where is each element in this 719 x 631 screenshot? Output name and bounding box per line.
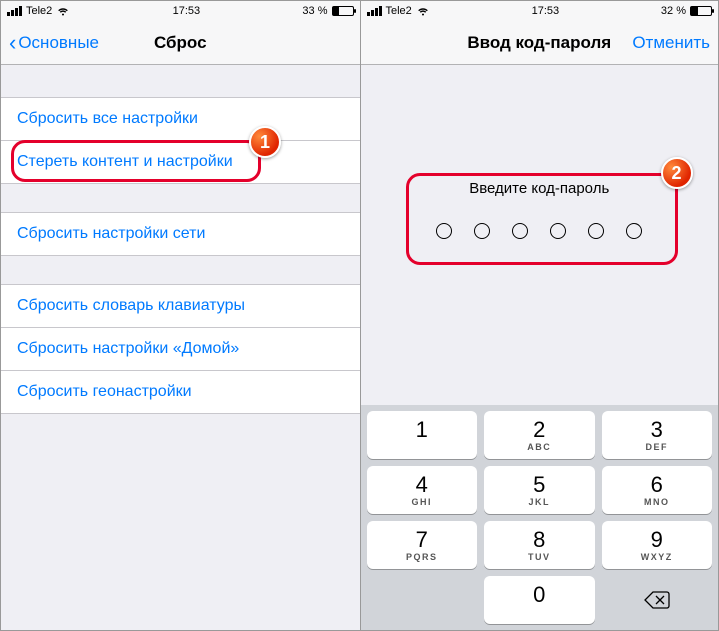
keypad-key-2[interactable]: 2ABC <box>484 411 595 459</box>
key-number: 3 <box>651 419 663 441</box>
battery-icon <box>332 6 354 16</box>
backspace-icon <box>644 591 670 609</box>
passcode-dot <box>474 223 490 239</box>
key-number: 4 <box>416 474 428 496</box>
keypad-key-5[interactable]: 5JKL <box>484 466 595 514</box>
passcode-dot <box>436 223 452 239</box>
keypad-key-8[interactable]: 8TUV <box>484 521 595 569</box>
key-number: 6 <box>651 474 663 496</box>
keypad-key-0[interactable]: 0 <box>484 576 595 624</box>
back-label: Основные <box>18 33 99 53</box>
signal-icon <box>7 6 22 16</box>
passcode-dot <box>550 223 566 239</box>
key-letters: DEF <box>646 442 669 452</box>
key-number: 9 <box>651 529 663 551</box>
key-number: 2 <box>533 419 545 441</box>
reset-all-settings-row[interactable]: Сбросить все настройки <box>1 98 360 140</box>
signal-icon <box>367 6 382 16</box>
settings-group: Сбросить словарь клавиатуры Сбросить нас… <box>1 284 360 414</box>
numeric-keypad: 1 2ABC3DEF4GHI5JKL6MNO7PQRS8TUV9WXYZ0 <box>361 405 719 630</box>
keypad-key-9[interactable]: 9WXYZ <box>602 521 713 569</box>
clock: 17:53 <box>532 5 560 17</box>
keypad-key-6[interactable]: 6MNO <box>602 466 713 514</box>
reset-keyboard-row[interactable]: Сбросить словарь клавиатуры <box>1 285 360 327</box>
key-number: 8 <box>533 529 545 551</box>
wifi-icon <box>416 6 430 16</box>
key-letters: JKL <box>528 497 550 507</box>
passcode-dot <box>588 223 604 239</box>
back-button[interactable]: ‹ Основные <box>9 32 99 54</box>
passcode-dots <box>436 223 642 239</box>
passcode-dot <box>512 223 528 239</box>
keypad-blank <box>367 576 478 624</box>
screenshot-left: Tele2 17:53 33 % ‹ Основные Сброс Сброси… <box>1 1 360 630</box>
battery-label: 33 % <box>302 5 327 17</box>
reset-location-row[interactable]: Сбросить геонастройки <box>1 370 360 413</box>
carrier-label: Tele2 <box>26 5 52 17</box>
passcode-prompt: Введите код-пароль <box>469 180 609 197</box>
screenshot-right: Tele2 17:53 32 % Ввод код-пароля Отменит… <box>360 1 719 630</box>
key-letters: PQRS <box>406 552 438 562</box>
keypad-key-1[interactable]: 1 <box>367 411 478 459</box>
carrier-label: Tele2 <box>386 5 412 17</box>
key-number: 5 <box>533 474 545 496</box>
key-number: 1 <box>416 419 428 441</box>
settings-group: Сбросить настройки сети <box>1 212 360 256</box>
nav-bar: ‹ Основные Сброс <box>1 21 360 65</box>
reset-home-row[interactable]: Сбросить настройки «Домой» <box>1 327 360 370</box>
clock: 17:53 <box>173 5 201 17</box>
status-bar: Tele2 17:53 33 % <box>1 1 360 21</box>
battery-label: 32 % <box>661 5 686 17</box>
erase-content-row[interactable]: Стереть контент и настройки <box>1 140 360 183</box>
key-letters: MNO <box>644 497 670 507</box>
nav-bar: Ввод код-пароля Отменить <box>361 21 719 65</box>
settings-group: Сбросить все настройки Стереть контент и… <box>1 97 360 184</box>
passcode-area: Введите код-пароль <box>361 65 719 405</box>
reset-network-row[interactable]: Сбросить настройки сети <box>1 213 360 255</box>
chevron-left-icon: ‹ <box>9 32 16 54</box>
passcode-dot <box>626 223 642 239</box>
status-bar: Tele2 17:53 32 % <box>361 1 719 21</box>
keypad-key-4[interactable]: 4GHI <box>367 466 478 514</box>
key-letters: GHI <box>411 497 432 507</box>
wifi-icon <box>56 6 70 16</box>
battery-icon <box>690 6 712 16</box>
settings-list: Сбросить все настройки Стереть контент и… <box>1 65 360 630</box>
key-letters: TUV <box>528 552 551 562</box>
key-letters: ABC <box>527 442 551 452</box>
key-number: 7 <box>416 529 428 551</box>
keypad-delete[interactable] <box>602 576 713 624</box>
keypad-key-7[interactable]: 7PQRS <box>367 521 478 569</box>
keypad-key-3[interactable]: 3DEF <box>602 411 713 459</box>
cancel-button[interactable]: Отменить <box>632 33 710 53</box>
key-letters: WXYZ <box>641 552 673 562</box>
key-number: 0 <box>533 584 545 606</box>
